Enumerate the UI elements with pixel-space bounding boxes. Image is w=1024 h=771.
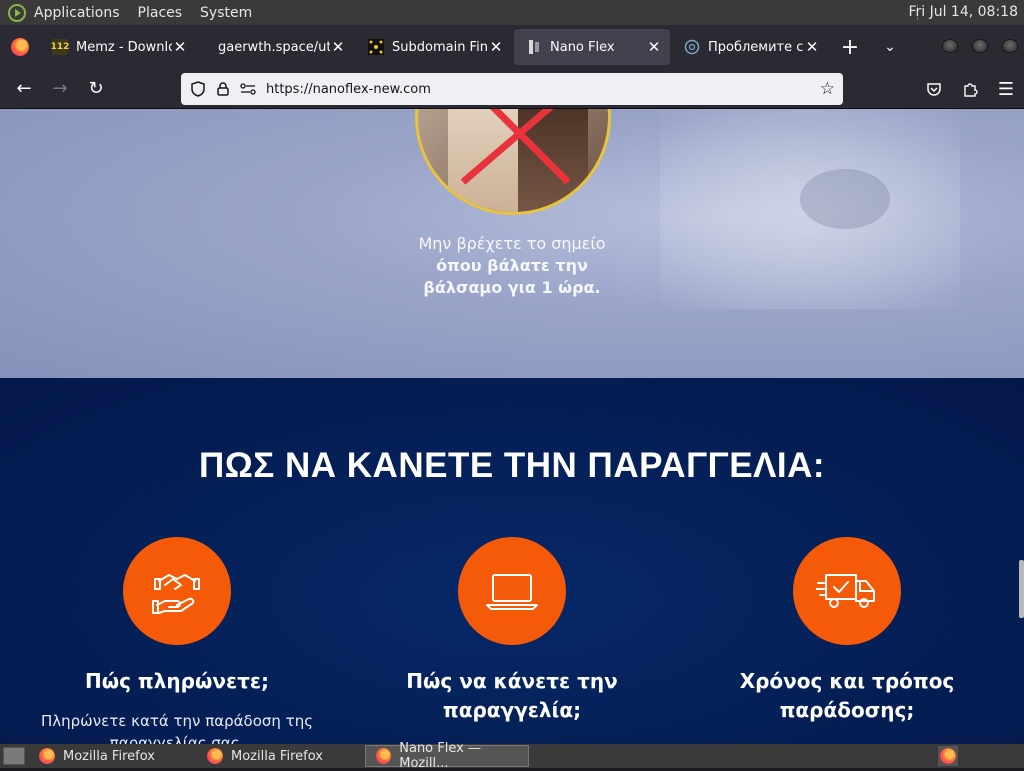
112-badge-icon: 112	[51, 39, 69, 55]
url-bar[interactable]: https://nanoflex-new.com ☆	[181, 73, 843, 105]
handshake-payment-icon	[123, 537, 231, 645]
feature-text: Πληρώνετε κατά την παράδοση της παραγγελ…	[40, 712, 314, 744]
bottom-taskbar: Mozilla Firefox Mozilla Firefox Nano Fle…	[0, 741, 1024, 771]
section-title: ΠΩΣ ΝΑ ΚΑΝΕΤΕ ΤΗΝ ΠΑΡΑΓΓΕΛΙΑ:	[198, 446, 826, 485]
bookmark-star-icon[interactable]: ☆	[820, 79, 835, 99]
task-label: Nano Flex — Mozill...	[399, 741, 481, 771]
tab-problemite[interactable]: Проблемите с пъ ✕	[672, 29, 828, 65]
clock[interactable]: Fri Jul 14, 08:18	[908, 4, 1018, 20]
reload-icon[interactable]: ↻	[78, 73, 114, 105]
page-scrollbar-thumb[interactable]	[1019, 560, 1024, 618]
tab-title: Subdomain Finder	[392, 39, 488, 55]
firefox-icon	[207, 748, 223, 764]
taskbar-item-nano-flex[interactable]: Nano Flex — Mozill...	[365, 741, 529, 771]
applications-menu[interactable]: Applications	[34, 5, 120, 21]
forward-icon[interactable]: →	[42, 73, 78, 105]
tracking-protection-shield-icon[interactable]	[190, 81, 206, 97]
delivery-truck-icon	[793, 537, 901, 645]
task-label: Mozilla Firefox	[63, 748, 155, 764]
globe-icon	[684, 39, 700, 55]
tab-subdomain-finder[interactable]: Subdomain Finder ✕	[356, 29, 512, 65]
feature-title: Πώς πληρώνετε;	[84, 669, 269, 693]
nanoflex-icon	[526, 39, 542, 55]
firefox-icon	[39, 748, 55, 764]
tab-nano-flex[interactable]: Nano Flex ✕	[514, 29, 670, 65]
feature-how-to-order: Πώς να κάνετε την παραγγελία;	[362, 537, 662, 739]
list-all-tabs-icon[interactable]: ⌄	[870, 39, 910, 55]
care-line-2: όπου βάλατε την	[436, 256, 588, 275]
firefox-icon	[940, 748, 956, 764]
tab-gaerwth[interactable]: gaerwth.space/utr6 ✕	[198, 29, 354, 65]
back-icon[interactable]: ←	[6, 73, 42, 105]
close-tab-icon[interactable]: ✕	[172, 38, 188, 56]
extensions-icon[interactable]	[952, 73, 988, 105]
tab-memz[interactable]: 112 Memz - Download ✕	[40, 29, 196, 65]
background-hand-shadow	[800, 169, 890, 229]
show-desktop-icon[interactable]	[3, 747, 25, 765]
feature-title: Πώς να κάνετε την παραγγελία;	[406, 669, 618, 722]
close-tab-icon[interactable]: ✕	[804, 38, 820, 56]
site-permissions-icon[interactable]	[240, 81, 256, 97]
places-menu[interactable]: Places	[138, 5, 183, 21]
care-line-1: Μην βρέχετε το σημείο	[418, 234, 606, 253]
lock-icon[interactable]	[215, 81, 231, 97]
url-text[interactable]: https://nanoflex-new.com	[266, 82, 431, 97]
close-window-icon[interactable]	[1002, 39, 1018, 53]
tray-firefox-launcher[interactable]	[938, 746, 958, 766]
navigation-toolbar: ← → ↻ https://nanoflex-new.com ☆ ☰	[0, 69, 1024, 109]
no-water-illustration	[415, 109, 611, 215]
close-tab-icon[interactable]: ✕	[330, 38, 346, 56]
taskbar-item-firefox-1[interactable]: Mozilla Firefox	[29, 745, 193, 767]
page-viewport: Μην βρέχετε το σημείο όπου βάλατε την βά…	[0, 109, 1024, 744]
tab-title: Проблемите с пъ	[708, 39, 804, 55]
taskbar-item-firefox-2[interactable]: Mozilla Firefox	[197, 745, 361, 767]
care-instruction-text: Μην βρέχετε το σημείο όπου βάλατε την βά…	[362, 233, 662, 299]
how-to-order-section: ΠΩΣ ΝΑ ΚΑΝΕΤΕ ΤΗΝ ΠΑΡΑΓΓΕΛΙΑ: Πώς πληρών…	[0, 378, 1024, 744]
tab-title: Nano Flex	[550, 39, 615, 55]
feature-title: Χρόνος και τρόπος παράδοσης;	[739, 669, 955, 722]
care-instructions-section: Μην βρέχετε το σημείο όπου βάλατε την βά…	[0, 109, 1024, 378]
feature-payment: Πώς πληρώνετε; Πληρώνετε κατά την παράδο…	[27, 537, 327, 744]
minimize-window-icon[interactable]	[942, 39, 958, 53]
firefox-icon	[376, 748, 392, 764]
firefox-icon	[11, 38, 29, 56]
tab-title: gaerwth.space/utr6	[218, 39, 330, 55]
red-cross-icon	[460, 109, 571, 185]
new-tab-icon[interactable]: +	[830, 35, 870, 60]
maximize-window-icon[interactable]	[972, 39, 988, 53]
subdomain-finder-icon	[368, 39, 384, 55]
applications-menu-icon[interactable]	[8, 3, 26, 22]
laptop-icon	[458, 537, 566, 645]
feature-delivery: Χρόνος και τρόπος παράδοσης;	[697, 537, 997, 739]
pocket-icon[interactable]	[916, 73, 952, 105]
care-line-3: βάλσαμο για 1 ώρα.	[423, 278, 601, 297]
system-menu[interactable]: System	[200, 5, 252, 21]
tab-strip: 112 Memz - Download ✕ gaerwth.space/utr6…	[0, 25, 1024, 69]
close-tab-icon[interactable]: ✕	[488, 38, 504, 56]
close-tab-icon[interactable]: ✕	[646, 38, 662, 56]
top-panel: Applications Places System Fri Jul 14, 0…	[0, 0, 1024, 25]
firefox-view-button[interactable]	[0, 25, 40, 69]
task-label: Mozilla Firefox	[231, 748, 323, 764]
hamburger-menu-icon[interactable]: ☰	[988, 73, 1024, 105]
tab-title: Memz - Download	[76, 39, 172, 55]
